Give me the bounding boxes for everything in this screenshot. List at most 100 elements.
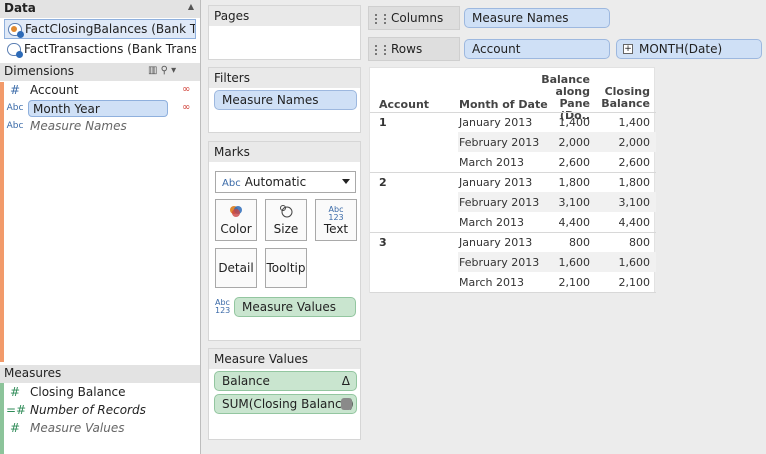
table-cell-month: March 2013 bbox=[459, 156, 525, 169]
number-type-icon: # bbox=[9, 385, 21, 399]
table-row[interactable]: February 2013 2,000 2,000 bbox=[370, 132, 656, 152]
table-cell-month: March 2013 bbox=[459, 276, 525, 289]
filters-title: Filters bbox=[209, 68, 360, 88]
table-cell-closing-balance: 1,600 bbox=[618, 256, 651, 269]
header-account[interactable]: Account bbox=[379, 98, 429, 111]
link-icon: ∞ bbox=[182, 102, 191, 113]
detail-label: Detail bbox=[218, 261, 254, 275]
string-type-icon: Abc bbox=[6, 103, 24, 113]
measure-field-number-of-records[interactable]: =# Number of Records bbox=[6, 402, 196, 420]
table-row[interactable]: February 2013 1,600 1,600 bbox=[370, 252, 656, 272]
rows-shelf[interactable]: Rows Account + MONTH(Date) bbox=[368, 37, 766, 61]
color-label: Color bbox=[220, 222, 252, 236]
datasource-item[interactable]: FactTransactions (Bank Transa... bbox=[4, 40, 196, 60]
data-pane: Data ▲ FactClosingBalances (Bank Tra... … bbox=[0, 0, 201, 454]
table-cell-month: January 2013 bbox=[459, 116, 533, 129]
tooltip-label: Tooltip bbox=[266, 261, 306, 275]
columns-grip-icon bbox=[375, 14, 386, 24]
text-abc-123-icon: Abc 123 bbox=[215, 298, 231, 315]
field-label: Measure Values bbox=[30, 421, 125, 435]
header-closing-line: Balance bbox=[601, 97, 650, 110]
pages-card[interactable]: Pages bbox=[208, 5, 361, 60]
view-options-icon[interactable]: ▥ ⚲ ▾ bbox=[148, 65, 176, 76]
number-type-icon: # bbox=[9, 421, 21, 435]
table-cell-month: February 2013 bbox=[459, 196, 540, 209]
rows-label: Rows bbox=[391, 42, 423, 56]
detail-button[interactable]: Detail bbox=[215, 248, 257, 288]
table-cell-month: January 2013 bbox=[459, 176, 533, 189]
measures-title: Measures bbox=[4, 366, 62, 380]
rows-pill-account[interactable]: Account bbox=[464, 39, 610, 59]
table-row[interactable]: March 2013 2,100 2,100 bbox=[370, 272, 656, 292]
header-closing-balance[interactable]: Closing Balance bbox=[596, 86, 650, 110]
rows-shelf-label: Rows bbox=[368, 37, 460, 61]
text-abc-123-icon: Abc 123 bbox=[328, 205, 344, 222]
size-button[interactable]: Size bbox=[265, 199, 307, 241]
columns-label: Columns bbox=[391, 11, 444, 25]
measure-field-measure-values[interactable]: # Measure Values bbox=[6, 420, 196, 438]
tooltip-button[interactable]: Tooltip bbox=[265, 248, 307, 288]
dimension-field-account[interactable]: # Account ∞ bbox=[6, 82, 196, 100]
color-palette-icon bbox=[216, 204, 256, 222]
data-pane-title: Data bbox=[4, 1, 36, 15]
columns-shelf-label: Columns bbox=[368, 6, 460, 30]
chevron-down-icon bbox=[342, 179, 350, 184]
table-cell-month: January 2013 bbox=[459, 236, 533, 249]
filters-card[interactable]: Filters Measure Names bbox=[208, 67, 361, 133]
filter-pill-measure-names[interactable]: Measure Names bbox=[214, 90, 357, 110]
dimension-field-month-year[interactable]: Abc Month Year ∞ bbox=[6, 100, 196, 118]
mark-type-dropdown[interactable]: Abc Automatic bbox=[215, 171, 356, 193]
text-mark-icon: Abc bbox=[222, 178, 241, 189]
table-row[interactable]: January 2013 1,800 1,800 bbox=[370, 172, 656, 192]
number-type-icon: # bbox=[9, 83, 21, 97]
field-label: Month Year bbox=[28, 100, 168, 117]
header-month[interactable]: Month of Date bbox=[459, 98, 548, 111]
field-label: Number of Records bbox=[30, 403, 146, 417]
measure-values-card[interactable]: Measure Values Balance Δ SUM(Closing Bal… bbox=[208, 348, 361, 440]
expand-plus-icon[interactable]: + bbox=[623, 44, 633, 54]
measure-values-pill-balance[interactable]: Balance Δ bbox=[214, 371, 357, 391]
mark-type-value: Automatic bbox=[244, 175, 307, 189]
table-row[interactable]: January 2013 1,400 1,400 bbox=[370, 112, 656, 132]
size-label: Size bbox=[273, 222, 299, 236]
measure-values-pill-closing-balance[interactable]: SUM(Closing Balance) bbox=[214, 394, 357, 414]
columns-shelf[interactable]: Columns Measure Names bbox=[368, 6, 766, 30]
table-cell-closing-balance: 1,800 bbox=[618, 176, 651, 189]
table-row[interactable]: March 2013 2,600 2,600 bbox=[370, 152, 656, 172]
text-label: Text bbox=[323, 222, 349, 236]
table-cell-balance: 2,000 bbox=[558, 136, 591, 149]
datasource-cylinder-icon bbox=[341, 398, 352, 410]
measure-field-closing-balance[interactable]: # Closing Balance bbox=[6, 384, 196, 402]
pages-title: Pages bbox=[209, 6, 360, 26]
table-row[interactable]: January 2013 800 800 bbox=[370, 232, 656, 252]
table-cell-closing-balance: 800 bbox=[629, 236, 650, 249]
columns-pill-measure-names[interactable]: Measure Names bbox=[464, 8, 610, 28]
viz-table: Account Month of Date Balance along Pane… bbox=[369, 67, 656, 293]
link-icon: ∞ bbox=[182, 84, 191, 95]
dimension-field-measure-names[interactable]: Abc Measure Names bbox=[6, 118, 196, 136]
marks-card[interactable]: Marks Abc Automatic Color Size Abc 123 Tex… bbox=[208, 141, 361, 341]
text-button[interactable]: Abc 123 Text bbox=[315, 199, 357, 241]
table-cell-closing-balance: 2,100 bbox=[618, 276, 651, 289]
measure-values-title: Measure Values bbox=[209, 349, 360, 369]
pill-label: MONTH(Date) bbox=[639, 42, 723, 56]
field-label: Account bbox=[30, 83, 79, 97]
marks-pill-measure-values[interactable]: Measure Values bbox=[234, 297, 356, 317]
table-cell-month: February 2013 bbox=[459, 136, 540, 149]
size-circles-icon bbox=[266, 204, 306, 222]
color-button[interactable]: Color bbox=[215, 199, 257, 241]
table-row[interactable]: March 2013 4,400 4,400 bbox=[370, 212, 656, 232]
table-cell-balance: 2,600 bbox=[558, 156, 591, 169]
string-type-icon: Abc bbox=[6, 121, 24, 131]
table-cell-balance: 3,100 bbox=[558, 196, 591, 209]
table-cell-balance: 2,100 bbox=[558, 276, 591, 289]
table-cell-balance: 1,600 bbox=[558, 256, 591, 269]
datasource-icon bbox=[7, 43, 23, 58]
dimension-stripe bbox=[0, 82, 4, 362]
table-cell-closing-balance: 4,400 bbox=[618, 216, 651, 229]
rows-pill-month-date[interactable]: + MONTH(Date) bbox=[616, 39, 762, 59]
table-cell-balance: 1,400 bbox=[558, 116, 591, 129]
table-row[interactable]: February 2013 3,100 3,100 bbox=[370, 192, 656, 212]
datasource-item[interactable]: FactClosingBalances (Bank Tra... bbox=[4, 19, 196, 39]
collapse-arrows-icon[interactable]: ▲ bbox=[188, 2, 194, 11]
